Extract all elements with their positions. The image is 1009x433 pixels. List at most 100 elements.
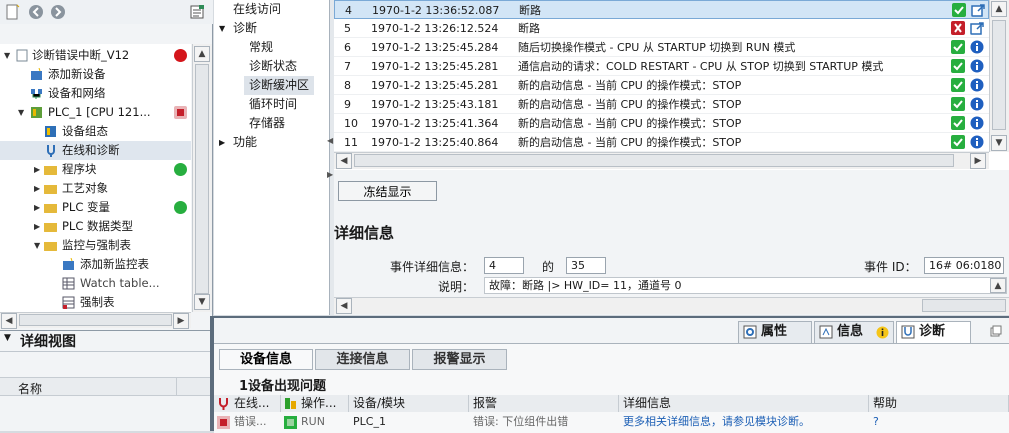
table-horizontal-scrollbar[interactable]: ◀ ▶ <box>334 152 989 169</box>
event-index-field[interactable]: 4 <box>484 257 524 274</box>
scroll-left-icon[interactable]: ◀ <box>336 298 352 314</box>
nav-diag-buffer[interactable]: 诊断缓冲区 <box>244 76 314 95</box>
tree-item-program-blocks[interactable]: ▶ 程序块 <box>0 160 191 179</box>
scroll-up-icon[interactable]: ▲ <box>990 278 1006 293</box>
export-icon[interactable] <box>970 21 984 35</box>
scroll-thumb[interactable] <box>992 20 1006 130</box>
forward-icon[interactable] <box>50 4 66 20</box>
tree-item-watch-force-tables[interactable]: ▼ 监控与强制表 <box>0 236 191 255</box>
fault-status-icon <box>217 416 230 429</box>
buffer-row[interactable]: 7 1970-1-2 13:25:45.281 通信启动的请求：COLD RESTA… <box>334 57 989 76</box>
nav-functions[interactable]: ▶ 功能 <box>214 133 330 152</box>
scroll-down-icon[interactable]: ▼ <box>991 135 1007 151</box>
tree-item-technology-objects[interactable]: ▶ 工艺对象 <box>0 179 191 198</box>
info-icon[interactable] <box>970 40 984 54</box>
maximize-panel-icon[interactable] <box>990 325 1002 337</box>
info-icon[interactable] <box>970 97 984 111</box>
scroll-thumb[interactable] <box>922 299 1006 312</box>
tree-item-device-config[interactable]: 设备组态 <box>0 122 191 141</box>
info-warning-icon <box>876 326 889 339</box>
scroll-right-icon[interactable]: ▶ <box>173 313 189 329</box>
network-icon <box>31 89 42 99</box>
new-icon[interactable] <box>5 4 21 20</box>
tree-item-add-watch-table[interactable]: 添加新监控表 <box>0 255 191 274</box>
tree-item-plc1[interactable]: ▼ PLC_1 [CPU 121... <box>0 103 191 122</box>
splitter-right-arrow-icon[interactable]: ▶ <box>327 170 333 179</box>
info-icon[interactable] <box>970 135 984 149</box>
column-header-operating[interactable]: 操作... <box>281 395 349 412</box>
info-icon[interactable] <box>970 59 984 73</box>
nav-diag-status[interactable]: 诊断状态 <box>214 57 330 76</box>
tab-info[interactable]: 信息 <box>814 321 894 343</box>
tree-options-icon[interactable] <box>189 4 205 20</box>
buffer-row[interactable]: 4 1970-1-2 13:36:52.087 断路 <box>334 0 989 19</box>
expand-down-icon[interactable]: ▼ <box>34 236 40 255</box>
tree-item-online-diagnostics[interactable]: 在线和诊断 <box>0 141 191 160</box>
scroll-up-icon[interactable]: ▲ <box>194 46 210 62</box>
scroll-thumb[interactable] <box>19 314 172 326</box>
nav-online-access[interactable]: 在线访问 <box>214 0 330 19</box>
scroll-down-icon[interactable]: ▼ <box>194 294 210 310</box>
table-vertical-scrollbar[interactable]: ▲ ▼ <box>989 0 1009 152</box>
module-diagnostics-link[interactable]: 更多相关详细信息，请参见模块诊断。 <box>619 413 869 431</box>
subtab-connection-info[interactable]: 连接信息 <box>315 349 410 370</box>
subtab-alarm-display[interactable]: 报警显示 <box>412 349 507 370</box>
subtab-device-info[interactable]: 设备信息 <box>219 349 313 370</box>
project-icon <box>16 49 28 62</box>
tree-horizontal-scrollbar[interactable]: ◀ ▶ <box>0 312 191 329</box>
nav-general[interactable]: 常规 <box>214 38 330 57</box>
tree-item-project[interactable]: ▼ 诊断错误中断_V12 <box>0 46 191 65</box>
buffer-row[interactable]: 11 1970-1-2 13:25:40.864 新的启动信息 - 当前 CPU 的… <box>334 133 989 152</box>
diagnostic-buffer-table: 4 1970-1-2 13:36:52.087 断路 5 1970-1-2 13:26:… <box>334 0 1009 170</box>
export-icon[interactable] <box>971 3 985 17</box>
tree-vertical-scrollbar[interactable]: ▲ ▼ <box>192 44 212 312</box>
collapse-icon[interactable]: ▼ <box>4 333 11 343</box>
scroll-right-icon[interactable]: ▶ <box>970 153 986 169</box>
scroll-up-icon[interactable]: ▲ <box>991 1 1007 17</box>
buffer-row[interactable]: 5 1970-1-2 13:26:12.524 断路 <box>334 19 989 38</box>
nav-diagnostics[interactable]: ▼ 诊断 <box>214 19 330 38</box>
tree-label: 设备组态 <box>62 124 108 138</box>
buffer-row[interactable]: 6 1970-1-2 13:25:45.284 随后切换操作模式 - CPU 从 S… <box>334 38 989 57</box>
info-icon[interactable] <box>970 116 984 130</box>
expand-down-icon[interactable]: ▼ <box>18 103 24 122</box>
cell-device: PLC_1 <box>353 415 386 428</box>
buffer-row[interactable]: 9 1970-1-2 13:25:43.181 新的启动信息 - 当前 CPU 的操… <box>334 95 989 114</box>
expand-right-icon[interactable]: ▶ <box>219 133 225 152</box>
tree-item-plc-tags[interactable]: ▶ PLC 变量 <box>0 198 191 217</box>
fault-status-icon <box>174 106 187 119</box>
tree-item-devices-networks[interactable]: 设备和网络 <box>0 84 191 103</box>
scroll-left-icon[interactable]: ◀ <box>1 313 17 329</box>
column-header-device[interactable]: 设备/模块 <box>349 395 469 412</box>
scroll-thumb[interactable] <box>195 64 209 294</box>
expand-right-icon[interactable]: ▶ <box>34 198 40 217</box>
expand-down-icon[interactable]: ▼ <box>219 19 225 38</box>
nav-cycle-time[interactable]: 循环时间 <box>214 95 330 114</box>
tree-item-plc-data-types[interactable]: ▶ PLC 数据类型 <box>0 217 191 236</box>
column-header-alarm[interactable]: 报警 <box>469 395 619 412</box>
nav-memory[interactable]: 存储器 <box>214 114 330 133</box>
buffer-row[interactable]: 10 1970-1-2 13:25:41.364 新的启动信息 - 当前 CPU 的… <box>334 114 989 133</box>
info-icon[interactable] <box>970 78 984 92</box>
tree-item-force-table[interactable]: 强制表 <box>0 293 191 312</box>
splitter-left-arrow-icon[interactable]: ◀ <box>327 136 333 145</box>
back-icon[interactable] <box>28 4 44 20</box>
buffer-row[interactable]: 8 1970-1-2 13:25:45.281 新的启动信息 - 当前 CPU 的操… <box>334 76 989 95</box>
expand-right-icon[interactable]: ▶ <box>34 160 40 179</box>
tree-item-add-device[interactable]: 添加新设备 <box>0 65 191 84</box>
scroll-thumb[interactable] <box>354 154 954 167</box>
expand-right-icon[interactable]: ▶ <box>34 217 40 236</box>
freeze-display-button[interactable]: 冻结显示 <box>338 181 437 201</box>
tree-item-watch-table[interactable]: Watch table... <box>0 274 191 293</box>
tab-properties[interactable]: 属性 <box>738 321 812 343</box>
wrench-error-icon <box>951 21 965 35</box>
expand-down-icon[interactable]: ▼ <box>4 46 10 65</box>
details-horizontal-scrollbar[interactable]: ◀ <box>334 297 1009 314</box>
expand-right-icon[interactable]: ▶ <box>34 179 40 198</box>
help-link[interactable]: ? <box>869 413 1009 431</box>
column-header-detail[interactable]: 详细信息 <box>619 395 869 412</box>
scroll-left-icon[interactable]: ◀ <box>336 153 352 169</box>
tab-diagnostics[interactable]: 诊断 <box>896 321 971 343</box>
column-header-online[interactable]: 在线... <box>214 395 281 412</box>
column-header-help[interactable]: 帮助 <box>869 395 1009 412</box>
